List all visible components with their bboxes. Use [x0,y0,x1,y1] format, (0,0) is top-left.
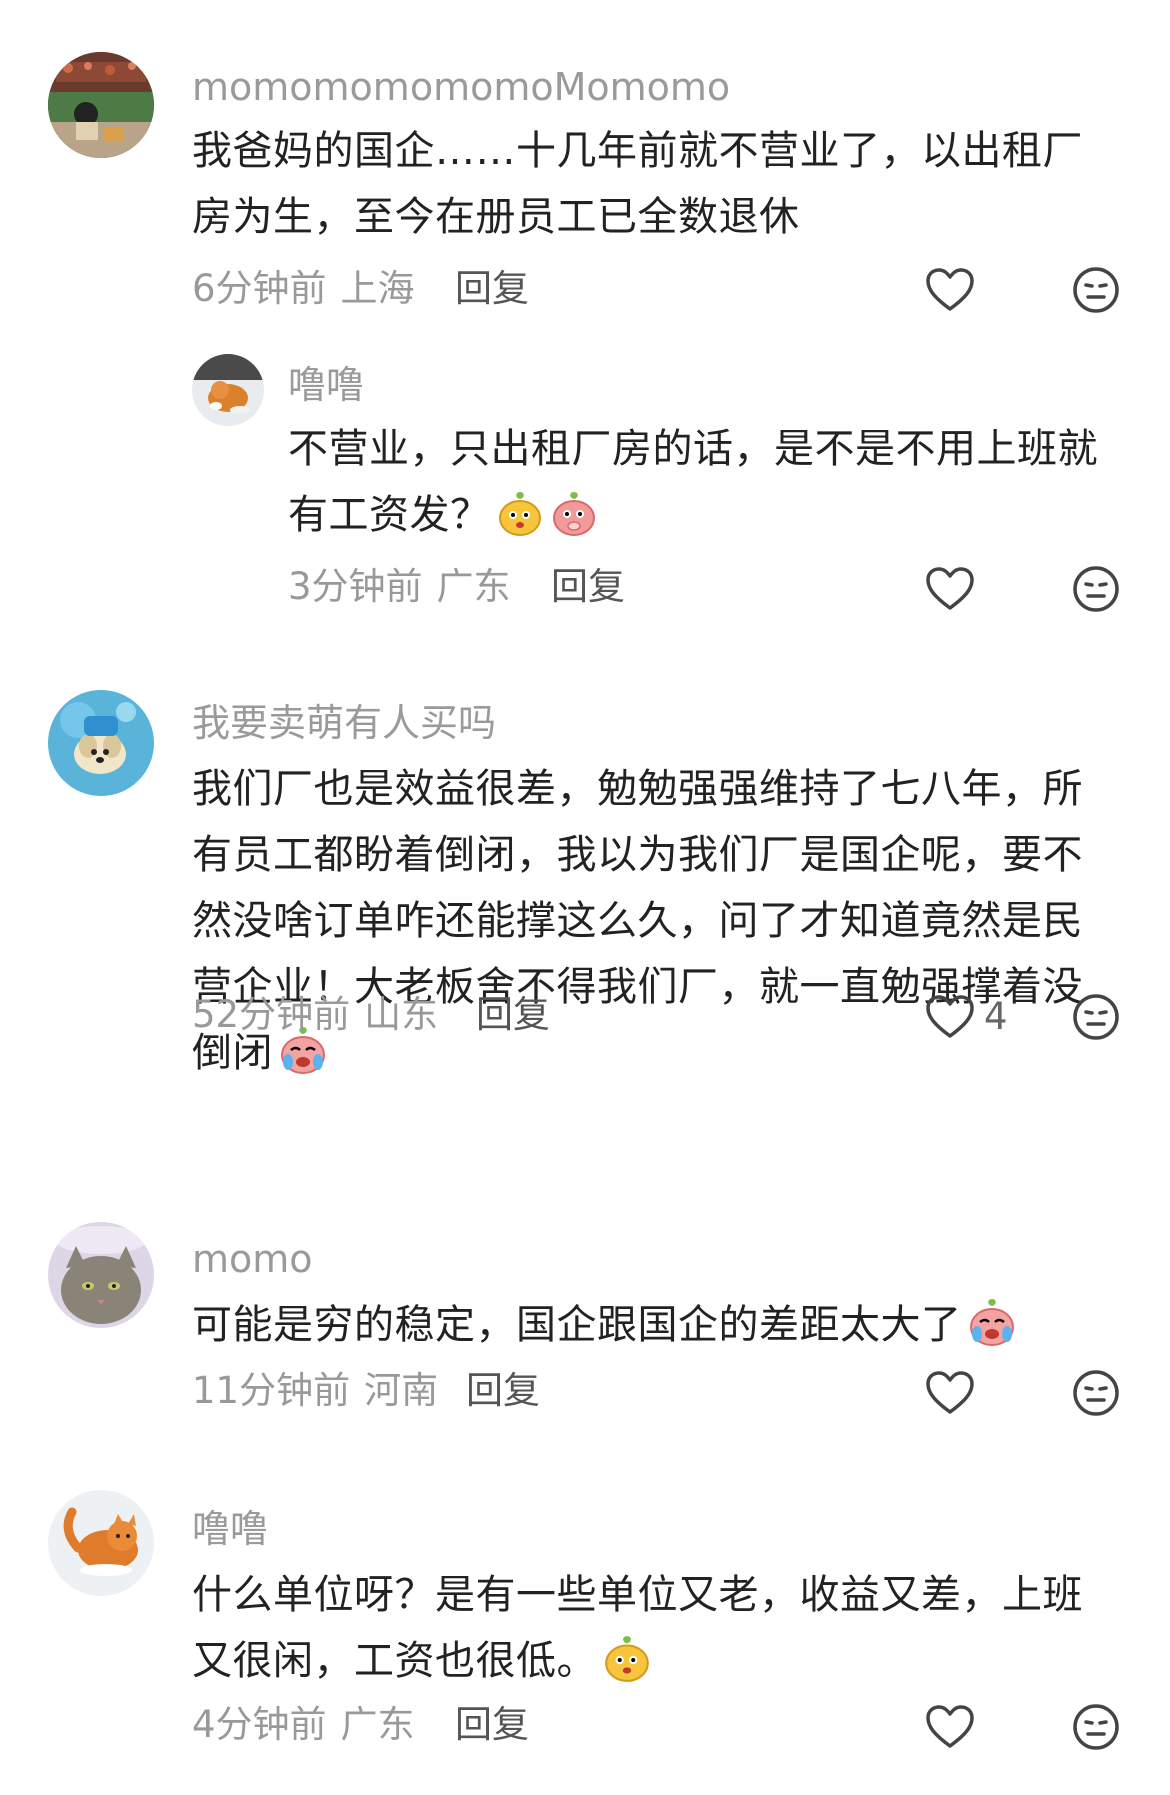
neutral-face-icon [1073,1370,1119,1416]
timestamp: 4分钟前 [192,1703,327,1746]
like-button[interactable] [925,267,975,313]
avatar[interactable] [192,354,264,426]
comment-item: 我要卖萌有人买吗 我们厂也是效益很差，勉勉强强维持了七八年，所有员工都盼着倒闭，… [0,660,1170,1200]
location: 河南 [364,1369,439,1412]
yellow-smiling-emoji [601,1632,653,1704]
reply-button[interactable]: 回复 [466,1372,540,1409]
like-button[interactable] [925,1370,975,1416]
heart-outline-icon [926,567,974,610]
comment-body: 可能是穷的稳定，国企跟国企的差距太大了 [192,1302,962,1348]
reply-button[interactable]: 回复 [455,1706,529,1743]
reply-button[interactable]: 回复 [551,568,625,605]
like-button[interactable] [925,994,975,1040]
comment-meta: 11分钟前 河南 [192,1372,438,1409]
neutral-face-icon [1073,566,1119,612]
timestamp: 6分钟前 [192,267,327,310]
dislike-button[interactable] [1072,565,1120,613]
avatar[interactable] [48,1222,154,1328]
location: 广东 [340,1703,415,1746]
dislike-button[interactable] [1072,1703,1120,1751]
heart-outline-icon [926,995,974,1038]
reply-button[interactable]: 回复 [476,996,550,1033]
heart-outline-icon [926,268,974,311]
username[interactable]: 我要卖萌有人买吗 [192,704,496,742]
yellow-smiling-emoji [495,488,545,558]
timestamp: 52分钟前 [192,993,351,1036]
comment-body: 我爸妈的国企……十几年前就不营业了，以出租厂房为生，至今在册员工已全数退休 [192,128,1083,240]
comment-meta: 52分钟前 山东 [192,996,438,1033]
comment-item: momo 可能是穷的稳定，国企跟国企的差距太大了 11分钟前 河南 回复 [0,1200,1170,1490]
dislike-button[interactable] [1072,993,1120,1041]
comment-meta: 3分钟前 广东 [288,568,511,605]
comment-body: 不营业，只出租厂房的话，是不是不用上班就有工资发？ [288,426,1098,538]
like-button[interactable] [925,566,975,612]
location: 上海 [340,267,415,310]
username[interactable]: 噜噜 [288,366,364,404]
location: 山东 [364,993,439,1036]
pink-shy-emoji [549,488,599,558]
comment-text: 什么单位呀？是有一些单位又老，收益又差，上班又很闲，工资也很低。 [192,1562,1112,1704]
reply-button[interactable]: 回复 [455,270,529,307]
comment-text: 我爸妈的国企……十几年前就不营业了，以出租厂房为生，至今在册员工已全数退休 [192,118,1112,250]
avatar[interactable] [48,690,154,796]
like-button[interactable] [925,1704,975,1750]
comment-text: 不营业，只出租厂房的话，是不是不用上班就有工资发？ [288,416,1128,558]
dislike-button[interactable] [1072,266,1120,314]
comment-item: momomomomomoMomomo 我爸妈的国企……十几年前就不营业了，以出租… [0,0,1170,330]
comment-meta: 6分钟前 上海 [192,270,415,307]
reply-comment-item: 噜噜 不营业，只出租厂房的话，是不是不用上班就有工资发？ 3分钟前 广东 回复 [0,330,1170,660]
timestamp: 11分钟前 [192,1369,351,1412]
timestamp: 3分钟前 [288,565,423,608]
username[interactable]: 噜噜 [192,1510,268,1548]
location: 广东 [436,565,511,608]
comment-item: 噜噜 什么单位呀？是有一些单位又老，收益又差，上班又很闲，工资也很低。 4分钟前… [0,1490,1170,1795]
comment-text: 可能是穷的稳定，国企跟国企的差距太大了 [192,1292,1112,1368]
avatar[interactable] [48,52,154,158]
dislike-button[interactable] [1072,1369,1120,1417]
username[interactable]: momomomomomoMomomo [192,68,730,106]
heart-outline-icon [926,1705,974,1748]
like-count: 4 [984,995,1008,1038]
username[interactable]: momo [192,1240,313,1278]
comment-meta: 4分钟前 广东 [192,1706,415,1743]
comment-text: 我们厂也是效益很差，勉勉强强维持了七八年，所有员工都盼着倒闭，我以为我们厂是国企… [192,756,1112,1096]
heart-outline-icon [926,1371,974,1414]
crying-emoji [966,1296,1018,1368]
neutral-face-icon [1073,994,1119,1040]
neutral-face-icon [1073,1704,1119,1750]
avatar[interactable] [48,1490,154,1596]
neutral-face-icon [1073,267,1119,313]
